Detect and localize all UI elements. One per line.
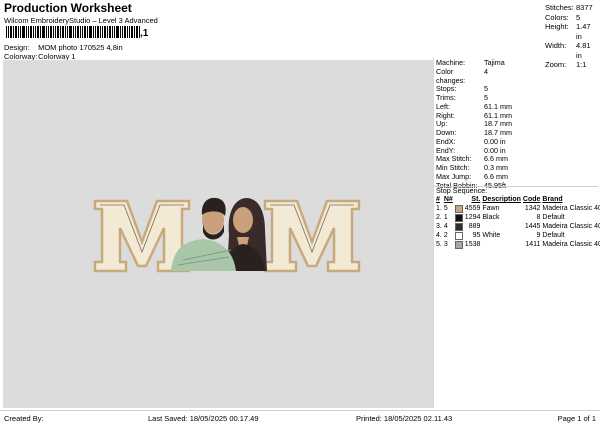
- color-swatch: [454, 231, 463, 240]
- color-swatch: [454, 240, 463, 249]
- color-swatch: [454, 204, 463, 213]
- col-code: Code: [522, 196, 541, 203]
- color-swatch: [454, 213, 463, 222]
- stop-sequence-table: # N# St. Description Code Brand 1. 5 455…: [435, 195, 600, 249]
- worksheet-title: Production Worksheet: [4, 1, 132, 15]
- design-value: MOM photo 170525 4,8in: [38, 43, 123, 52]
- color-swatch: [454, 222, 463, 231]
- page-footer: Created By: Last Saved: 18/05/2025 00.17…: [0, 410, 600, 425]
- table-row: 5. 3 1538 1411 Madeira Classic 40: [436, 240, 600, 249]
- stat-colors: Colors: 5: [545, 12, 581, 22]
- col-stitches: St.: [471, 196, 481, 203]
- printed-date: Printed: 18/05/2025 02.11.43: [356, 414, 453, 423]
- barcode-suffix: ,1: [140, 28, 149, 39]
- design-label: Design:: [4, 43, 30, 52]
- info-color-changes: Color changes: 4: [436, 66, 488, 85]
- page-number: Page 1 of 1: [557, 414, 596, 423]
- stat-stitches: Stitches: 8377: [545, 3, 593, 12]
- col-description: Description: [482, 196, 521, 203]
- stop-sequence-title: Stop Sequence:: [436, 186, 488, 195]
- table-row: 2. 1 1294 Black 8 Default: [436, 213, 565, 222]
- software-subtitle: Wilcom EmbroideryStudio – Level 3 Advanc…: [4, 16, 158, 25]
- created-by: Created By:: [4, 414, 44, 423]
- embroidery-design-image: [93, 197, 361, 273]
- last-saved: Last Saved: 18/05/2025 00.17.49: [148, 414, 259, 423]
- col-needle: N#: [443, 196, 453, 203]
- col-swatch: [454, 195, 464, 204]
- col-brand: Brand: [542, 196, 563, 203]
- letter-m-right: [263, 199, 361, 273]
- table-row: 1. 5 4559 Fawn 1342 Madeira Classic 40: [436, 204, 600, 213]
- barcode: [6, 26, 140, 38]
- stat-height: Height: 1.47 in: [545, 22, 591, 41]
- design-preview: [3, 60, 433, 408]
- table-header-row: # N# St. Description Code Brand: [435, 195, 600, 204]
- table-row: 4. 2 95 White 9 Default: [436, 231, 565, 240]
- machine-info: Machine: Tajima Color changes: 4 Stops: 5 T…: [436, 58, 512, 190]
- design-row: Design: MOM photo 170525 4,8in: [4, 43, 123, 52]
- col-index: #: [436, 196, 440, 203]
- table-row: 3. 4 889 1445 Madeira Classic 40: [436, 222, 600, 231]
